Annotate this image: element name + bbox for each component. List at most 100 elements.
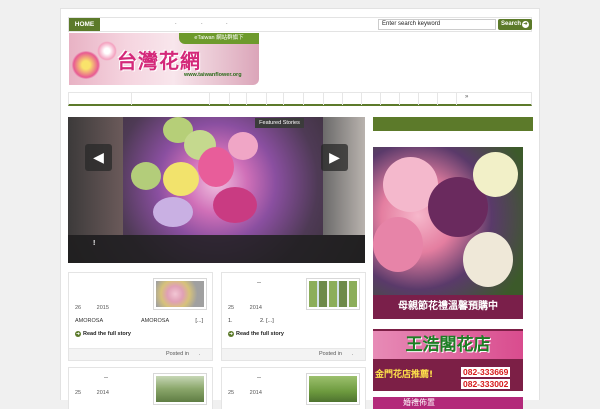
- top-navbar: HOME . . . Enter search keyword Search ➜: [68, 17, 532, 32]
- wedding-ad[interactable]: 婚禮佈置: [373, 397, 523, 409]
- post-title[interactable]: --: [104, 375, 108, 381]
- excerpt-text: AMOROSA: [75, 318, 104, 324]
- flower-shape: [373, 217, 423, 272]
- post-excerpt: AMOROSA AMOROSA [...]: [75, 318, 209, 324]
- home-link[interactable]: HOME: [69, 18, 100, 31]
- post-year: 2014: [249, 390, 262, 396]
- background-shape: [323, 117, 365, 235]
- posted-in-label: Posted in: [166, 351, 189, 357]
- featured-slider[interactable]: Featured Stories ◀ ▶ !: [68, 117, 365, 263]
- post-year: 2014: [96, 390, 109, 396]
- next-slide-button[interactable]: ▶: [321, 144, 348, 171]
- post-date: 25 2014: [75, 390, 123, 396]
- post-card: -- 25 2014 1. 2. [...] ➜ Read the full st…: [221, 272, 366, 361]
- nav-item[interactable]: .: [201, 20, 203, 26]
- excerpt-more: [...]: [195, 318, 203, 324]
- read-more-label: Read the full story: [83, 331, 131, 337]
- menu-item[interactable]: [381, 93, 400, 105]
- post-year: 2014: [249, 305, 262, 311]
- shop-phone: 082-333002: [461, 379, 511, 389]
- shop-tagline: 金門花店推薦!: [375, 370, 434, 380]
- logo-title: 台灣花網: [117, 49, 201, 73]
- post-card: -- 25 2014: [68, 367, 213, 409]
- post-footer: Posted in .: [222, 348, 365, 360]
- post-thumbnail[interactable]: [306, 373, 360, 405]
- menu-item[interactable]: [267, 93, 284, 105]
- slide-caption[interactable]: !: [68, 235, 365, 263]
- logo-url: www.taiwanflower.org: [184, 72, 242, 78]
- menu-item[interactable]: [230, 93, 247, 105]
- search-button-label: Search: [501, 21, 522, 27]
- menu-item[interactable]: [210, 93, 230, 105]
- flower-decoration: [71, 51, 101, 79]
- category-link[interactable]: .: [198, 351, 200, 357]
- menu-item[interactable]: [343, 93, 362, 105]
- page-container: HOME . . . Enter search keyword Search ➜…: [60, 8, 540, 409]
- arrow-right-icon: ▶: [329, 149, 340, 165]
- post-day: 26: [75, 305, 82, 311]
- post-title[interactable]: --: [257, 280, 261, 286]
- menu-item[interactable]: [132, 93, 210, 105]
- flower-shape: [198, 147, 234, 187]
- menu-item[interactable]: [69, 93, 132, 105]
- excerpt-text: 2. [...]: [260, 318, 274, 324]
- shop-name: 王浩閣花店: [373, 331, 523, 359]
- post-title[interactable]: --: [257, 375, 261, 381]
- excerpt-text: AMOROSA: [141, 318, 170, 324]
- post-date: 26 2015: [75, 305, 123, 311]
- menu-item[interactable]: [284, 93, 304, 105]
- read-more-link[interactable]: ➜ Read the full story: [75, 331, 131, 337]
- shop-phone: 082-333669: [461, 367, 511, 377]
- menu-item[interactable]: [324, 93, 343, 105]
- post-excerpt: 1. 2. [...]: [228, 318, 362, 324]
- menu-item[interactable]: [247, 93, 267, 105]
- post-day: 25: [228, 305, 235, 311]
- read-more-link[interactable]: ➜ Read the full story: [228, 331, 284, 337]
- sidebar-header: [373, 117, 533, 131]
- site-logo[interactable]: eTaiwan 網站群旗下 台灣花網 www.taiwanflower.org: [69, 33, 259, 85]
- post-thumbnail[interactable]: [153, 373, 207, 405]
- category-menu: »: [68, 92, 532, 106]
- flower-shape: [163, 162, 199, 196]
- arrow-right-icon: ➜: [522, 21, 529, 28]
- prev-slide-button[interactable]: ◀: [85, 144, 112, 171]
- post-year: 2015: [96, 305, 109, 311]
- flower-shop-ad[interactable]: 王浩閣花店 金門花店推薦! 082-333669 082-333002: [373, 329, 523, 391]
- post-date: 25 2014: [228, 390, 276, 396]
- nav-item[interactable]: .: [226, 20, 228, 26]
- category-link[interactable]: .: [351, 351, 353, 357]
- post-footer: Posted in .: [69, 348, 212, 360]
- post-card: -- 25 2014: [221, 367, 366, 409]
- post-card: 26 2015 AMOROSA AMOROSA [...] ➜ Read the …: [68, 272, 213, 361]
- post-day: 25: [228, 390, 235, 396]
- ad-banner-text: 母親節花禮溫馨預購中: [373, 295, 523, 319]
- menu-item[interactable]: [419, 93, 438, 105]
- flower-shape: [228, 132, 258, 160]
- search-input[interactable]: Enter search keyword: [378, 19, 496, 30]
- post-day: 25: [75, 390, 82, 396]
- flower-shape: [153, 197, 193, 227]
- search-button[interactable]: Search ➜: [498, 19, 532, 30]
- arrow-right-icon: ➜: [75, 331, 81, 337]
- arrow-left-icon: ◀: [93, 149, 104, 165]
- post-date: 25 2014: [228, 305, 276, 311]
- arrow-right-icon: ➜: [228, 331, 234, 337]
- posted-in-label: Posted in: [319, 351, 342, 357]
- post-thumbnail[interactable]: [306, 278, 360, 310]
- menu-item[interactable]: [400, 93, 419, 105]
- flower-shape: [473, 152, 518, 197]
- flower-shape: [213, 187, 257, 223]
- mothers-day-ad[interactable]: 母親節花禮溫馨預購中: [373, 147, 523, 319]
- menu-item[interactable]: [304, 93, 324, 105]
- menu-item[interactable]: [438, 93, 457, 105]
- menu-item[interactable]: [362, 93, 381, 105]
- post-thumbnail[interactable]: [153, 278, 207, 310]
- more-menu-icon[interactable]: »: [465, 94, 468, 100]
- flower-decoration: [97, 41, 117, 61]
- logo-tagline: eTaiwan 網站群旗下: [179, 33, 259, 44]
- background-shape: [68, 117, 123, 235]
- read-more-label: Read the full story: [236, 331, 284, 337]
- flower-shape: [131, 162, 161, 190]
- excerpt-text: 1.: [228, 318, 233, 324]
- nav-item[interactable]: .: [175, 20, 177, 26]
